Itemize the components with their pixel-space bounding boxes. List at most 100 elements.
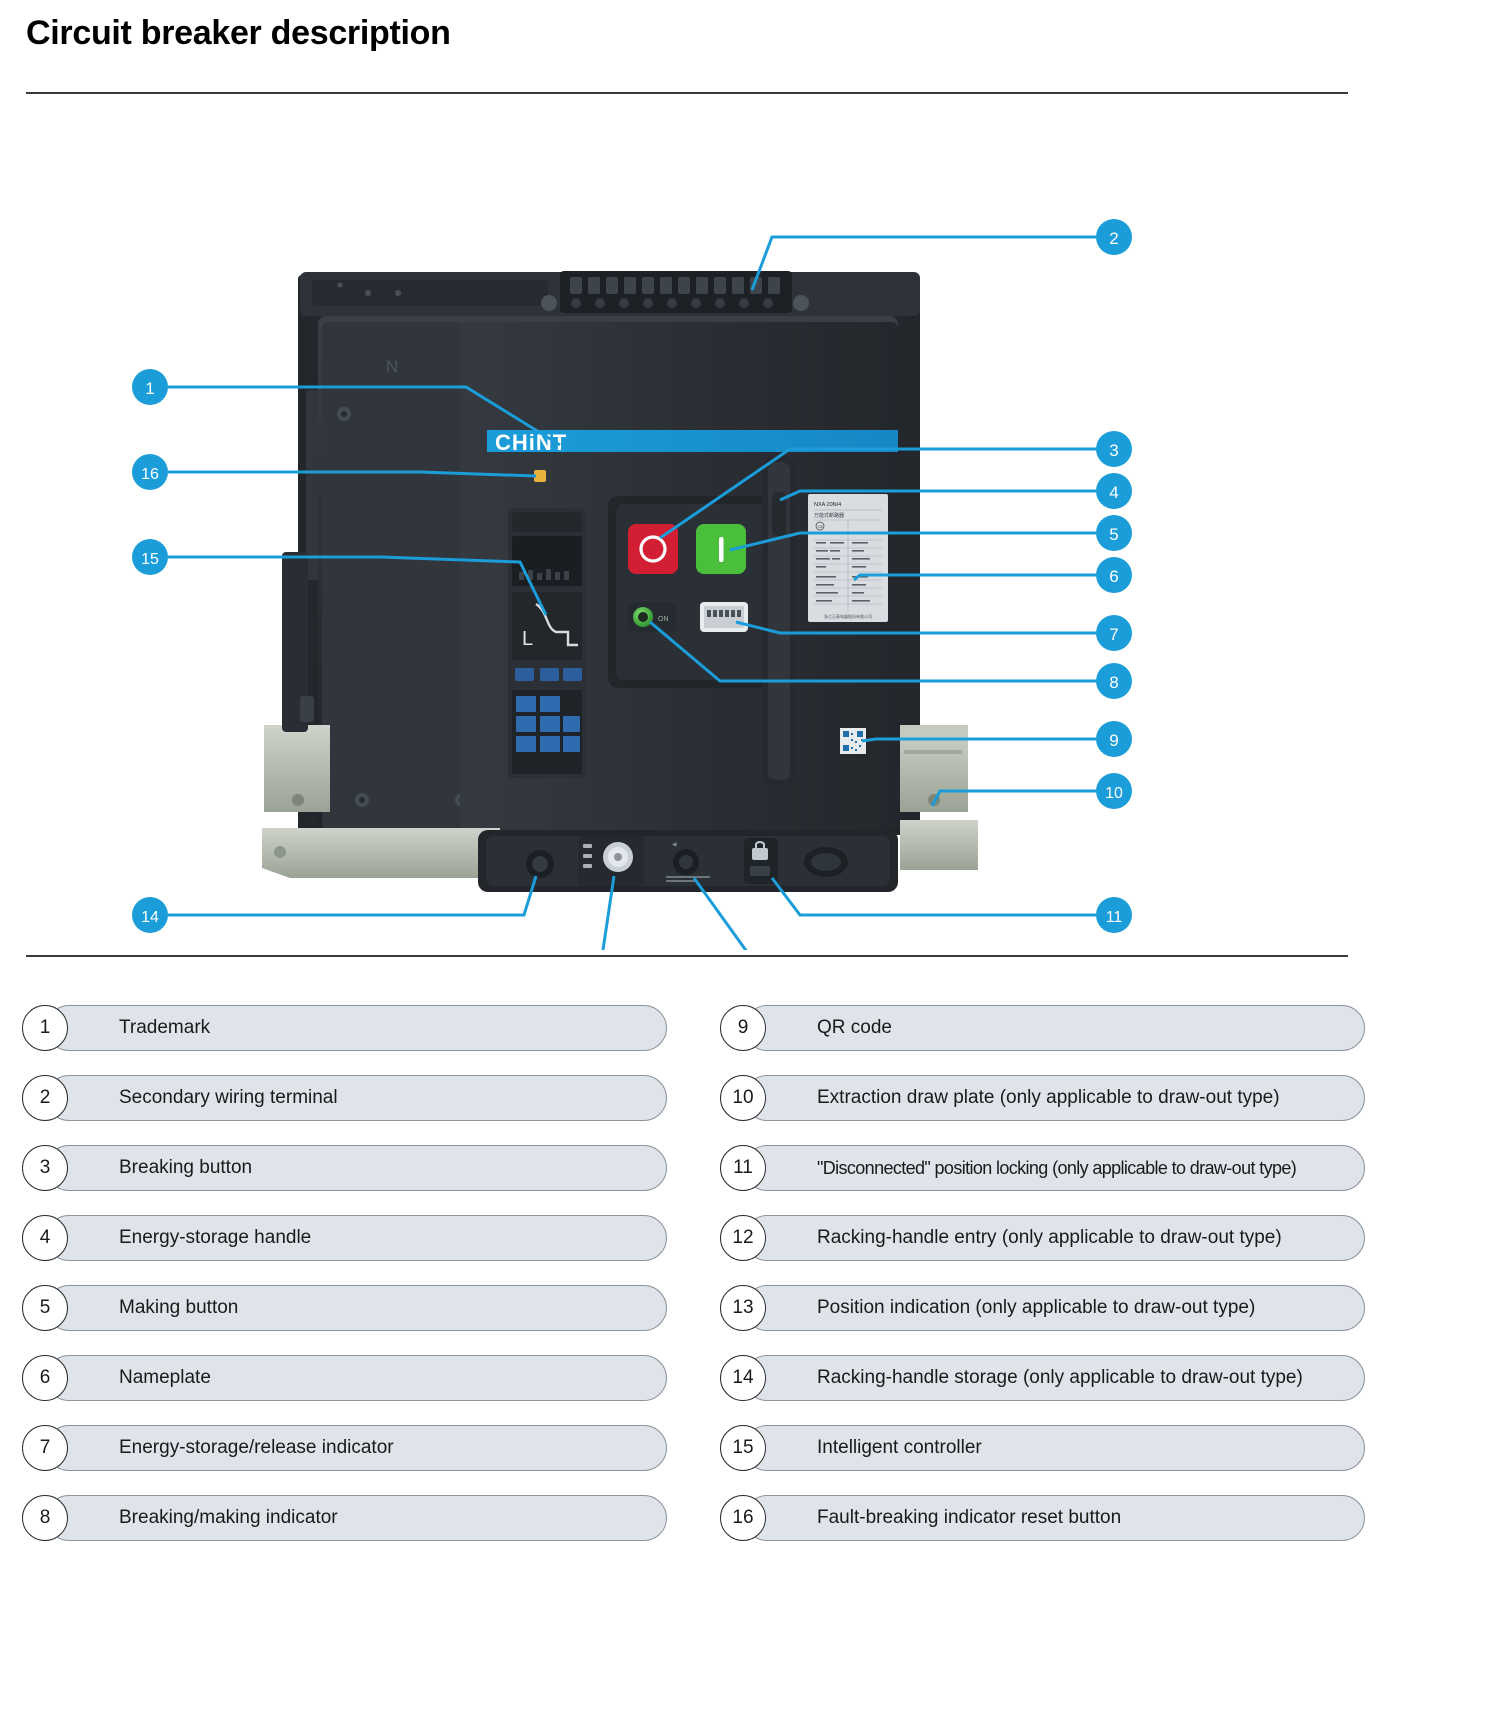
legend-number: 14 — [720, 1355, 766, 1401]
legend-column-left: Trademark 1 Secondary wiring terminal 2 … — [22, 1005, 667, 1565]
svg-text:16: 16 — [141, 466, 159, 483]
legend-item[interactable]: Breaking/making indicator 8 — [22, 1495, 667, 1541]
svg-text:CE: CE — [818, 524, 824, 529]
svg-text:9: 9 — [1109, 731, 1118, 750]
legend-pill[interactable]: Energy-storage handle — [46, 1215, 667, 1261]
svg-text:8: 8 — [1109, 673, 1118, 692]
callout-marker: 6 — [1096, 557, 1132, 593]
svg-text:14: 14 — [141, 909, 159, 926]
legend-label: QR code — [817, 1017, 892, 1038]
legend-label: Energy-storage handle — [119, 1227, 312, 1248]
legend-item[interactable]: Racking-handle storage (only applicable … — [720, 1355, 1365, 1401]
legend-pill[interactable]: QR code — [744, 1005, 1365, 1051]
svg-text:N: N — [386, 357, 398, 376]
svg-text:11: 11 — [1106, 909, 1123, 926]
legend-pill[interactable]: Fault-breaking indicator reset button — [744, 1495, 1365, 1541]
bottom-mechanism-strip: ◀ — [478, 830, 898, 892]
legend-label: Energy-storage/release indicator — [119, 1437, 394, 1458]
legend-number: 5 — [22, 1285, 68, 1331]
legend-number: 7 — [22, 1425, 68, 1471]
callout-marker: 16 — [132, 454, 168, 490]
callout-marker: 9 — [1096, 721, 1132, 757]
circuit-breaker-description-page: Circuit breaker description N CHiNT L ON… — [0, 0, 1500, 1720]
disconnected-position-locking[interactable] — [744, 838, 778, 884]
legend-number: 13 — [720, 1285, 766, 1331]
legend-number: 6 — [22, 1355, 68, 1401]
legend-pill[interactable]: "Disconnected" position locking (only ap… — [744, 1145, 1365, 1191]
legend-item[interactable]: Fault-breaking indicator reset button 16 — [720, 1495, 1365, 1541]
svg-text:3: 3 — [1109, 441, 1118, 460]
energy-storage-indicator: ON — [628, 602, 676, 632]
breaking-making-indicator — [700, 602, 748, 632]
bottom-oval-port — [804, 847, 848, 877]
callout-marker: 15 — [132, 539, 168, 575]
callout-marker: 10 — [1096, 773, 1132, 809]
legend-pill[interactable]: Position indication (only applicable to … — [744, 1285, 1365, 1331]
legend-label: Nameplate — [119, 1367, 211, 1388]
legend-item[interactable]: Extraction draw plate (only applicable t… — [720, 1075, 1365, 1121]
callout-marker: 14 — [132, 897, 168, 933]
legend-item[interactable]: Intelligent controller 15 — [720, 1425, 1365, 1471]
svg-text:15: 15 — [141, 551, 159, 568]
callout-marker: 8 — [1096, 663, 1132, 699]
svg-text:ON: ON — [658, 616, 669, 623]
callout-marker: 5 — [1096, 515, 1132, 551]
nameplate: NXA 20N/4 万能式断路器 CE 浙江正泰电器股份有限公司 — [808, 494, 888, 622]
legend-pill[interactable]: Extraction draw plate (only applicable t… — [744, 1075, 1365, 1121]
legend-item[interactable]: Nameplate 6 — [22, 1355, 667, 1401]
svg-text:5: 5 — [1109, 525, 1118, 544]
svg-text:◀: ◀ — [672, 842, 677, 848]
energy-storage-handle[interactable] — [762, 456, 796, 786]
legend-pill[interactable]: Nameplate — [46, 1355, 667, 1401]
legend-item[interactable]: Trademark 1 — [22, 1005, 667, 1051]
nameplate-model: NXA 20N/4 — [814, 502, 841, 508]
secondary-wiring-terminal — [541, 271, 809, 313]
legend-pill[interactable]: Breaking/making indicator — [46, 1495, 667, 1541]
legend-pill[interactable]: Breaking button — [46, 1145, 667, 1191]
legend-label: Fault-breaking indicator reset button — [817, 1507, 1122, 1528]
callout-marker: 1 — [132, 369, 168, 405]
callout-marker: 3 — [1096, 431, 1132, 467]
svg-text:7: 7 — [1109, 625, 1118, 644]
legend-item[interactable]: Making button 5 — [22, 1285, 667, 1331]
svg-text:1: 1 — [145, 379, 154, 398]
legend-item[interactable]: QR code 9 — [720, 1005, 1365, 1051]
callout-marker: 2 — [1096, 219, 1132, 255]
racking-handle-storage[interactable] — [526, 850, 554, 878]
legend-item[interactable]: Secondary wiring terminal 2 — [22, 1075, 667, 1121]
legend-item[interactable]: Position indication (only applicable to … — [720, 1285, 1365, 1331]
legend-number: 10 — [720, 1075, 766, 1121]
intelligent-controller[interactable]: L — [508, 508, 586, 778]
legend-label: Extraction draw plate (only applicable t… — [817, 1087, 1280, 1108]
legend-item[interactable]: "Disconnected" position locking (only ap… — [720, 1145, 1365, 1191]
legend-number: 15 — [720, 1425, 766, 1471]
legend-label: Racking-handle entry (only applicable to… — [817, 1227, 1282, 1248]
legend-label: Breaking button — [119, 1157, 253, 1178]
legend-pill[interactable]: Racking-handle storage (only applicable … — [744, 1355, 1365, 1401]
legend-item[interactable]: Energy-storage handle 4 — [22, 1215, 667, 1261]
callout-marker: 4 — [1096, 473, 1132, 509]
legend-pill[interactable]: Energy-storage/release indicator — [46, 1425, 667, 1471]
legend-label: Position indication (only applicable to … — [817, 1297, 1256, 1318]
legend-pill[interactable]: Making button — [46, 1285, 667, 1331]
circuit-breaker-diagram: N CHiNT L ON NXA 20N/4 万能式断路器 CE 浙江正泰电器股… — [132, 219, 1132, 950]
legend-pill[interactable]: Trademark — [46, 1005, 667, 1051]
legend-item[interactable]: Racking-handle entry (only applicable to… — [720, 1215, 1365, 1261]
legend-divider — [26, 955, 1348, 957]
header-divider — [26, 92, 1348, 94]
svg-text:浙江正泰电器股份有限公司: 浙江正泰电器股份有限公司 — [824, 613, 872, 619]
legend-item[interactable]: Energy-storage/release indicator 7 — [22, 1425, 667, 1471]
legend-label: Making button — [119, 1297, 239, 1318]
legend-number: 11 — [720, 1145, 766, 1191]
legend-number: 16 — [720, 1495, 766, 1541]
callout-marker: 7 — [1096, 615, 1132, 651]
legend-number: 8 — [22, 1495, 68, 1541]
legend-pill[interactable]: Racking-handle entry (only applicable to… — [744, 1215, 1365, 1261]
legend-item[interactable]: Breaking button 3 — [22, 1145, 667, 1191]
legend-number: 2 — [22, 1075, 68, 1121]
legend-number: 1 — [22, 1005, 68, 1051]
legend-pill[interactable]: Intelligent controller — [744, 1425, 1365, 1471]
figure-circuit-breaker: N CHiNT L ON NXA 20N/4 万能式断路器 CE 浙江正泰电器股… — [0, 100, 1500, 950]
position-indication — [578, 836, 644, 886]
legend-pill[interactable]: Secondary wiring terminal — [46, 1075, 667, 1121]
